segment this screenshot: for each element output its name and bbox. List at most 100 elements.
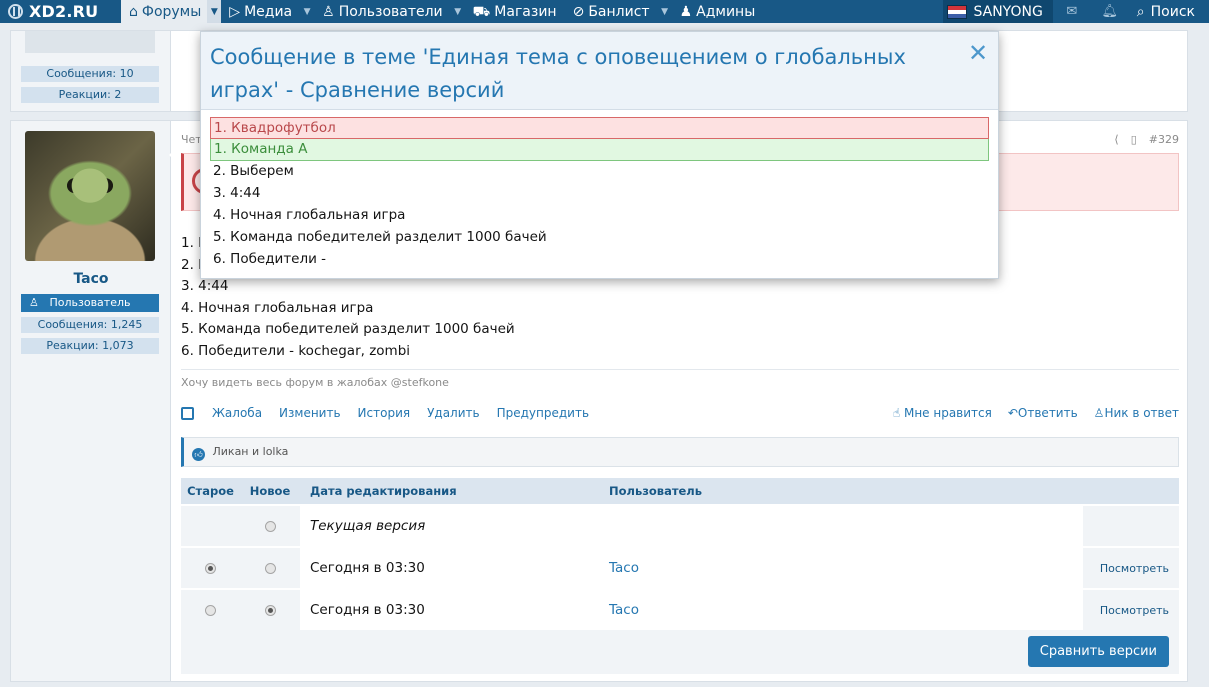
reactions-count: Реакции: 1,073 [21, 338, 159, 354]
new-version-radio[interactable] [264, 520, 276, 532]
history-link[interactable]: История [358, 406, 411, 420]
avatar[interactable] [25, 131, 155, 261]
compare-versions-button[interactable]: Сравнить версии [1027, 636, 1169, 667]
users-icon: ♟ [679, 3, 693, 20]
search-label: Поиск [1150, 3, 1195, 20]
warn-link[interactable]: Предупредить [497, 406, 589, 420]
post-username[interactable]: Taco [11, 271, 171, 287]
reply-icon: ↶ [1007, 406, 1018, 420]
post-number[interactable]: #329 [1149, 133, 1179, 146]
edit-date: Сегодня в 03:30 [300, 590, 599, 630]
edit-date: Текущая версия [300, 506, 599, 546]
nav-forums[interactable]: ⌂ Форумы [121, 0, 208, 23]
bookmark-icon[interactable]: ▯ [1131, 133, 1137, 146]
signature: Хочу видеть весь форум в жалобах @stefko… [181, 369, 1179, 389]
table-row: Текущая версия [181, 504, 1179, 546]
previous-post-user: Сообщения: 10 Реакции: 2 [11, 31, 171, 111]
post-date[interactable]: Чет [181, 133, 202, 146]
old-version-radio[interactable] [205, 562, 216, 574]
nav-media[interactable]: ▷ Медиа [221, 0, 300, 23]
account-menu[interactable]: SANYONG [943, 0, 1053, 23]
edit-date: Сегодня в 03:30 [300, 548, 599, 588]
view-link[interactable]: Посмотреть [1083, 548, 1179, 588]
new-version-radio[interactable] [264, 604, 276, 616]
diff-line: 3. 4:44 [213, 185, 261, 201]
report-link[interactable]: Жалоба [212, 406, 262, 420]
like-button[interactable]: ☝ Мне нравится [893, 406, 992, 420]
old-version-radio[interactable] [205, 604, 216, 616]
dialog-header: Сообщение в теме 'Единая тема с оповещен… [201, 32, 998, 110]
likes-bar: 👍︎ Ликан и lolka [181, 437, 1179, 467]
diff-content: 1. Квадрофутбол 1. Команда A 2. Выберем … [210, 117, 989, 271]
bell-icon[interactable]: 🔔︎ [1091, 0, 1129, 23]
user-avatar [947, 4, 968, 19]
old-cell [181, 590, 240, 630]
likes-list[interactable]: Ликан и lolka [213, 445, 289, 458]
search-icon: ⌕ [1136, 3, 1145, 20]
post-actions: Жалоба Изменить История Удалить Предупре… [181, 401, 1179, 425]
delete-link[interactable]: Удалить [427, 406, 480, 420]
mention-button[interactable]: ♙Ник в ответ [1094, 406, 1179, 420]
previous-messages-count: Сообщения: 10 [21, 66, 159, 82]
nav-forums-label: Форумы [141, 3, 202, 20]
header-view [1083, 478, 1179, 504]
nav-users[interactable]: ♙ Пользователи [314, 0, 451, 23]
header-date: Дата редактирования [310, 484, 457, 498]
edit-link[interactable]: Изменить [279, 406, 341, 420]
select-checkbox[interactable] [181, 406, 194, 420]
table-row: Сегодня в 03:30 Taco Посмотреть [181, 588, 1179, 630]
like-badge-icon: 👍︎ [192, 448, 205, 461]
user-icon: ♙ [1093, 406, 1105, 420]
chevron-down-icon[interactable]: ▼ [451, 0, 465, 23]
nav-media-label: Медиа [244, 3, 293, 20]
chevron-down-icon[interactable]: ▼ [658, 0, 672, 23]
nav-admins[interactable]: ♟ Админы [672, 0, 764, 23]
header-new: Новое [249, 484, 291, 498]
post-line: 5. Команда победителей разделит 1000 бач… [181, 321, 515, 337]
diff-line: 2. Выберем [213, 163, 294, 179]
post-line: 4. Ночная глобальная игра [181, 299, 374, 316]
logo-icon [8, 4, 23, 19]
cart-icon: ⛟ [472, 3, 491, 20]
edit-user[interactable]: Taco [599, 590, 1083, 630]
role-badge: ♙ Пользователь [21, 294, 159, 312]
header-old: Старое [187, 484, 234, 498]
play-icon: ▷ [229, 3, 241, 20]
inbox-icon[interactable]: ✉ [1053, 0, 1091, 23]
edit-user [599, 506, 1083, 546]
site-logo[interactable]: XD2.RU [0, 0, 121, 23]
account-username: SANYONG [973, 3, 1043, 20]
dialog-title: Сообщение в теме 'Единая тема с оповещен… [210, 45, 906, 102]
header-user: Пользователь [609, 484, 702, 498]
new-cell [240, 506, 300, 546]
reply-button[interactable]: ↶Ответить [1008, 406, 1078, 420]
chevron-down-icon[interactable]: ▼ [207, 0, 222, 23]
history-table: Старое Новое Дата редактирования Пользов… [181, 478, 1179, 630]
diff-deleted-line: 1. Квадрофутбол [210, 117, 989, 139]
nav-banlist-label: Банлист [588, 3, 650, 20]
previous-avatar[interactable] [25, 31, 155, 53]
post-user-panel: Taco ♙ Пользователь Сообщения: 1,245 Реа… [11, 121, 171, 681]
nav-shop-label: Магазин [494, 3, 557, 20]
thumbs-up-icon: ☝ [892, 406, 904, 420]
nav-users-label: Пользователи [338, 3, 443, 20]
logo-text: XD2.RU [29, 2, 99, 21]
new-version-radio[interactable] [264, 562, 276, 574]
old-cell [181, 548, 240, 588]
old-cell [181, 506, 240, 546]
nav-banlist[interactable]: ⊘ Банлист [565, 0, 658, 23]
post-line: 6. Победители - kochegar, zombi [181, 342, 411, 359]
messages-count: Сообщения: 1,245 [21, 317, 159, 333]
compare-versions-dialog: Сообщение в теме 'Единая тема с оповещен… [200, 31, 999, 279]
close-icon[interactable]: ✕ [967, 41, 989, 65]
search-button[interactable]: ⌕ Поиск [1129, 0, 1209, 23]
role-label: Пользователь [49, 296, 131, 309]
table-row: Сегодня в 03:30 Taco Посмотреть [181, 546, 1179, 588]
share-icon[interactable]: ⟨ [1114, 133, 1118, 146]
mention-label: Ник в ответ [1104, 406, 1179, 420]
edit-user[interactable]: Taco [599, 548, 1083, 588]
top-navigation: XD2.RU ⌂ Форумы ▼ ▷ Медиа ▼ ♙ Пользовате… [0, 0, 1209, 23]
nav-shop[interactable]: ⛟ Магазин [465, 0, 565, 23]
chevron-down-icon[interactable]: ▼ [300, 0, 314, 23]
view-link[interactable]: Посмотреть [1083, 590, 1179, 630]
